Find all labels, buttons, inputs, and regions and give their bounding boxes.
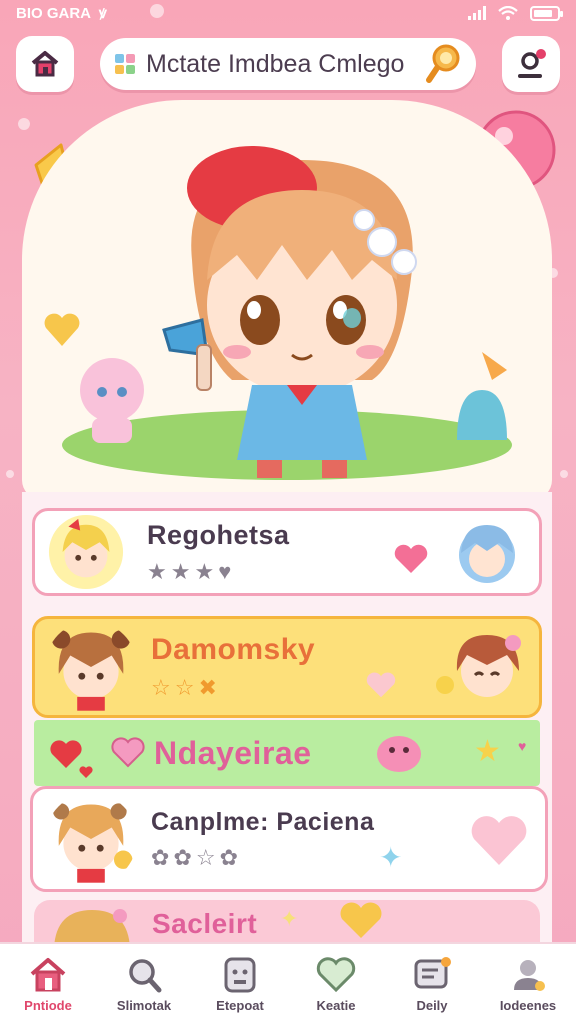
list-item[interactable]: Regohetsa ★ ★ ★ ♥	[32, 508, 542, 596]
favorite-heart-icon[interactable]	[393, 543, 429, 575]
card-title: Regohetsa	[147, 519, 290, 550]
pink-creature-icon	[80, 358, 144, 443]
nav-item-favorites[interactable]: Keatie	[291, 956, 381, 1013]
profile-icon	[518, 49, 546, 78]
nav-label: Keatie	[316, 997, 356, 1013]
list-item[interactable]: Canplme: Paciena ✿ ✿ ☆ ✿ ✦	[30, 786, 548, 892]
magnifier-icon[interactable]	[424, 42, 464, 86]
heart-icon: ♥	[518, 738, 527, 754]
list-item[interactable]: Sacleirt ✦	[34, 900, 540, 948]
carrier-text: BIO GARA	[16, 4, 91, 22]
battery-level	[534, 9, 552, 17]
chibi-girl-illustration	[162, 146, 417, 478]
card-title: Ndayeirae	[154, 734, 312, 771]
blonde-girl-avatar	[48, 514, 124, 590]
star-icon: ★	[474, 735, 501, 768]
hero-banner	[22, 100, 552, 500]
star-icon: ☆	[195, 844, 216, 870]
search-input[interactable]: Mctate Imdbea Cmlego	[146, 50, 414, 79]
star-icon: ✿	[151, 844, 170, 870]
sparkle-icon: ✦	[379, 842, 403, 873]
sparkle-dot	[18, 118, 30, 130]
rating-stars: ★ ★ ★ ♥	[147, 559, 290, 585]
star-icon: ★	[147, 558, 167, 584]
nav-label: Pntiode	[24, 997, 72, 1013]
header: Mctate Imdbea Cmlego	[16, 36, 560, 92]
nav-item-face[interactable]: Etepoat	[195, 956, 285, 1013]
sparkle-icon: ✖	[198, 675, 217, 700]
star-icon: ★	[194, 558, 215, 584]
nav-label: Iodeenes	[499, 997, 557, 1013]
hearts-icon	[50, 737, 145, 778]
favorite-heart-icon[interactable]	[365, 671, 397, 699]
home-icon	[31, 51, 59, 77]
home-icon	[30, 957, 66, 991]
blue-hair-avatar	[459, 525, 515, 583]
nav-item-home[interactable]: Pntiode	[3, 956, 93, 1013]
list-item[interactable]: Ndayeirae ★ ♥	[34, 720, 540, 786]
card-title: Damomsky	[151, 633, 316, 666]
magnifier-icon	[129, 958, 162, 992]
sparkle-dot	[560, 470, 568, 478]
bottom-navigation: Pntiode Slimotak Etepoat Keatie Deily Io…	[0, 942, 576, 1024]
message-icon	[414, 956, 451, 988]
card-title: Canplme: Paciena	[151, 807, 375, 836]
star-icon: ☆	[151, 675, 171, 700]
nav-item-search[interactable]: Slimotak	[99, 956, 189, 1013]
sparkle-icon: ✦	[280, 906, 299, 931]
heart-balloon-icon	[44, 313, 80, 346]
rating-stars: ✿ ✿ ☆ ✿	[151, 845, 374, 871]
star-icon: ☆	[174, 675, 195, 700]
nav-item-profile[interactable]: Iodeenes	[483, 956, 573, 1013]
nav-label: Etepoat	[216, 997, 264, 1013]
heart-icon: ♥	[218, 558, 232, 584]
card-title: Sacleirt	[152, 908, 258, 939]
rating-stars: ☆ ☆ ✖	[151, 675, 315, 701]
orange-hair-girl-avatar	[53, 803, 133, 883]
nav-label: Slimotak	[116, 997, 172, 1013]
star-icon: ✿	[173, 844, 192, 870]
status-bar: BIO GARA ꝟ	[0, 0, 576, 26]
nav-label: Deily	[416, 997, 448, 1013]
status-symbol: ꝟ	[99, 5, 107, 22]
battery-icon	[530, 5, 563, 21]
wifi-icon	[498, 6, 518, 20]
signal-icon	[468, 6, 486, 20]
list-item[interactable]: Damomsky ☆ ☆ ✖	[32, 616, 542, 718]
home-button[interactable]	[16, 36, 74, 92]
user-icon	[514, 959, 545, 991]
yellow-heart-icon	[340, 902, 382, 938]
face-icon	[224, 957, 256, 992]
search-bar[interactable]: Mctate Imdbea Cmlego	[100, 38, 476, 90]
pink-pig-icon	[377, 736, 421, 772]
nav-item-messages[interactable]: Deily	[387, 956, 477, 1013]
sparkle-dot	[6, 470, 14, 478]
heart-icon	[316, 956, 356, 992]
brown-hair-girl-avatar	[51, 630, 131, 711]
star-icon: ★	[170, 558, 191, 584]
pink-heart-sticker-icon	[471, 816, 527, 865]
star-icon: ✿	[219, 844, 239, 870]
blue-sticker-icon	[457, 352, 507, 440]
grid-icon	[115, 54, 135, 74]
profile-button[interactable]	[502, 36, 560, 92]
red-hair-girl-avatar	[436, 635, 521, 697]
